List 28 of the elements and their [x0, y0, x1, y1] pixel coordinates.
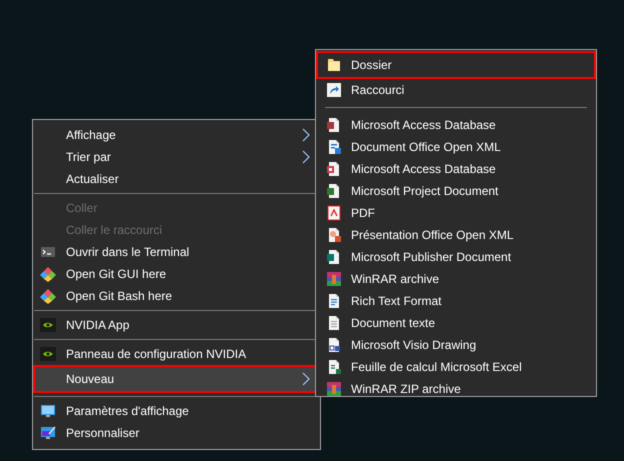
document-icon: [326, 337, 342, 353]
document-icon: [326, 139, 342, 155]
shortcut-icon: [326, 82, 342, 98]
folder-icon: [326, 57, 342, 73]
menu-item[interactable]: PDF: [316, 202, 596, 224]
document-icon: [326, 227, 342, 243]
menu-item[interactable]: Microsoft Project Document: [316, 180, 596, 202]
eye-logo-icon: [40, 317, 56, 333]
menu-item[interactable]: Raccourci: [316, 79, 596, 101]
terminal-icon: [40, 244, 56, 260]
pdf-icon: [326, 205, 342, 221]
document-icon: [326, 183, 342, 199]
document-icon: [326, 117, 342, 133]
menu-item[interactable]: Paramètres d'affichage: [33, 400, 320, 422]
document-icon: [326, 315, 342, 331]
diamond-icon: [40, 266, 56, 282]
document-icon: [326, 293, 342, 309]
eye-logo-icon: [40, 346, 56, 362]
diamond-icon: [40, 288, 56, 304]
monitor-icon: [40, 403, 56, 419]
menu-item[interactable]: Personnaliser: [33, 422, 320, 444]
archive-icon: [326, 381, 342, 397]
document-icon: [326, 161, 342, 177]
document-icon: [326, 249, 342, 265]
monitor-brush-icon: [40, 425, 56, 441]
archive-icon: [326, 271, 342, 287]
menu-item[interactable]: Dossier: [316, 51, 596, 79]
spreadsheet-icon: [326, 359, 342, 375]
